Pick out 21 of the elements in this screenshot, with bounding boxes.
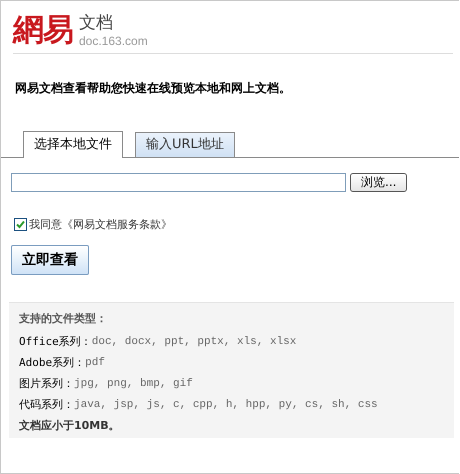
type-list: jpg, png, bmp, gif <box>74 378 193 390</box>
info-title: 支持的文件类型： <box>19 311 108 326</box>
type-label: Office系列： <box>19 334 92 349</box>
type-list: pdf <box>85 356 105 368</box>
type-list: doc, docx, ppt, pptx, xls, xlsx <box>92 336 296 348</box>
file-path-field[interactable] <box>11 173 346 192</box>
type-list: java, jsp, js, c, cpp, h, hpp, py, cs, sh, css <box>74 398 378 410</box>
domain-text: doc.163.com <box>79 35 148 47</box>
tab[interactable]: 输入URL地址 <box>135 132 235 157</box>
size-note: 文档应小于10MB。 <box>19 418 121 433</box>
type-label: 代码系列： <box>19 397 74 412</box>
agree-label[interactable]: 我同意《网易文档服务条款》 <box>29 217 172 232</box>
product-name: 文档 <box>79 15 114 32</box>
logo: 網易 <box>13 13 73 47</box>
intro-text: 网易文档查看帮助您快速在线预览本地和网上文档。 <box>15 80 292 97</box>
type-label: 图片系列： <box>19 376 74 391</box>
type-label: Adobe系列： <box>19 355 86 370</box>
checkbox[interactable] <box>14 218 27 231</box>
view-now-button[interactable]: 立即查看 <box>11 245 89 275</box>
tab[interactable]: 选择本地文件 <box>23 131 123 158</box>
browse-button[interactable]: 浏览... <box>350 173 408 192</box>
